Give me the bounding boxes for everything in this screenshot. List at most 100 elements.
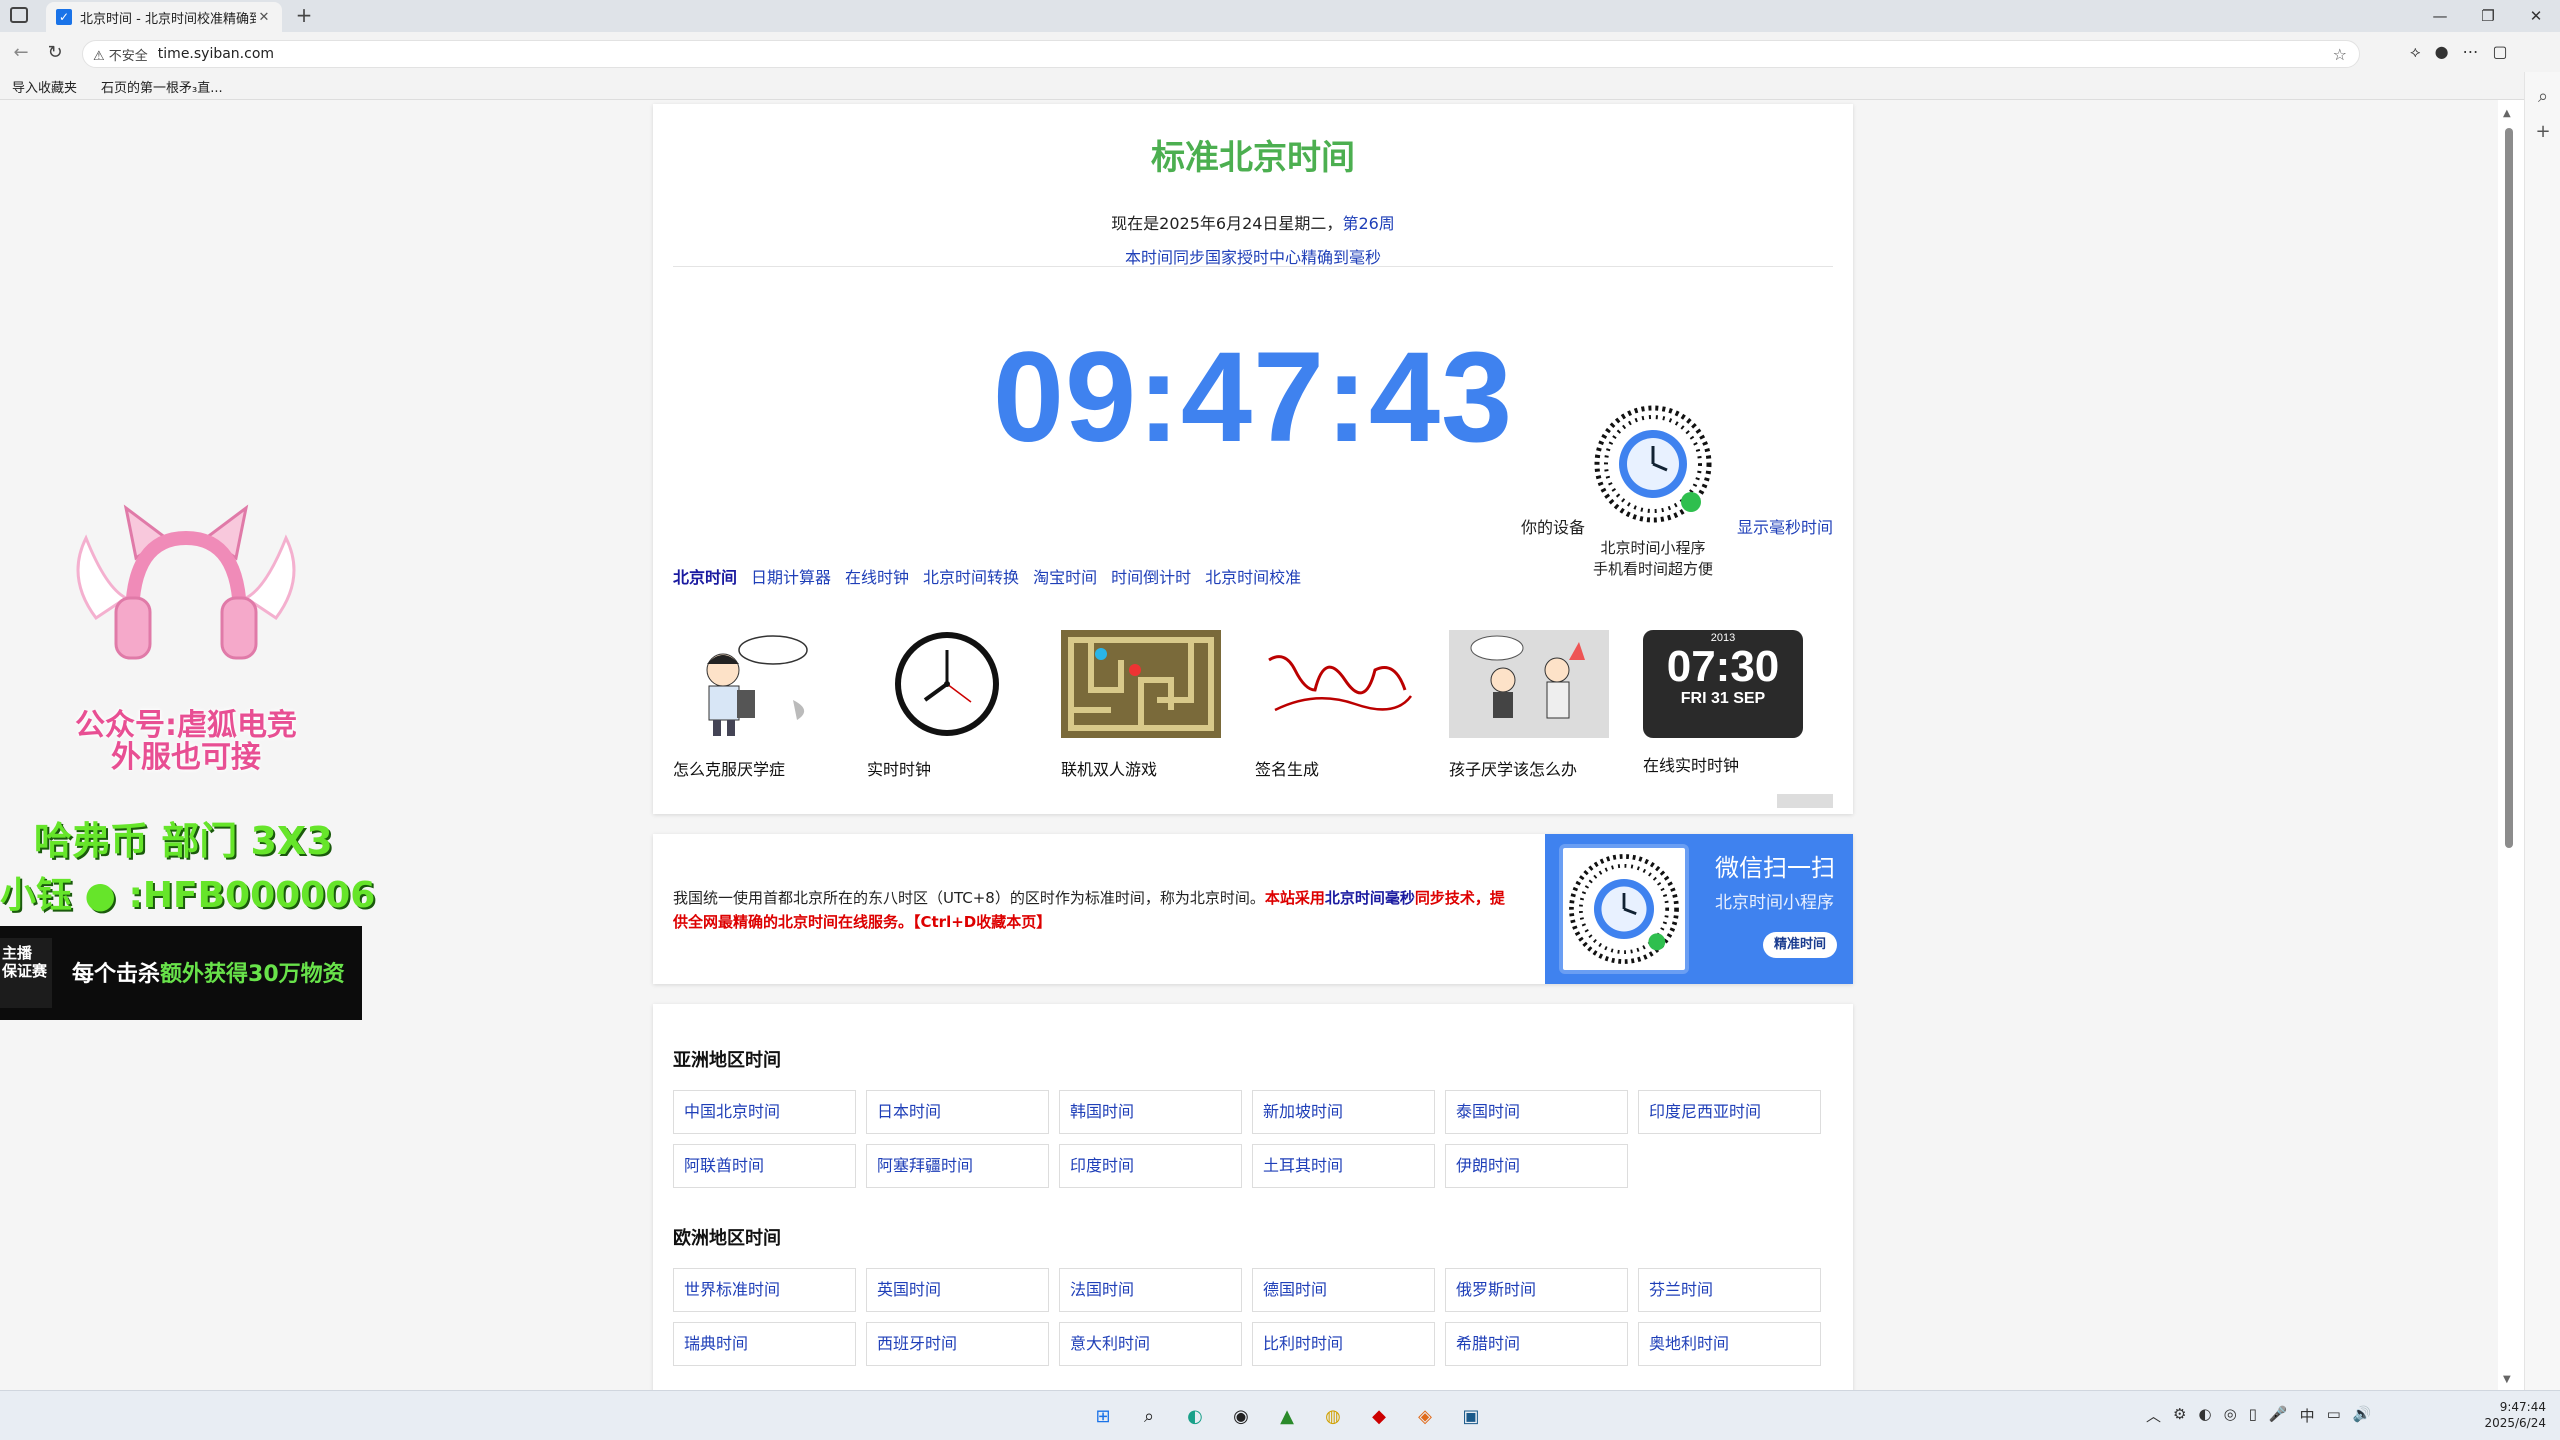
thumb-school-weariness[interactable]: 怎么克服厌学症 (673, 630, 833, 780)
left-ad[interactable]: 公众号:虐狐电竞 外服也可接 哈弗币 部门 3X3 小钰 ● :HFB00000… (0, 498, 375, 1020)
back-button[interactable]: ← (10, 42, 32, 64)
nav-beijing-time[interactable]: 北京时间 (673, 564, 737, 588)
app-icon[interactable]: ▲ (1272, 1401, 1302, 1431)
region-link[interactable]: 瑞典时间 (673, 1322, 856, 1366)
region-link[interactable]: 西班牙时间 (866, 1322, 1049, 1366)
restore-button[interactable]: ❐ (2464, 0, 2512, 32)
url-field[interactable]: ⚠ 不安全 time.syiban.com ☆ (82, 40, 2360, 68)
region-link[interactable]: 希腊时间 (1445, 1322, 1628, 1366)
thumb-two-player-game[interactable]: 联机双人游戏 (1061, 630, 1221, 780)
start-icon[interactable]: ⊞ (1088, 1401, 1118, 1431)
reload-button[interactable]: ↻ (44, 42, 66, 64)
active-tab[interactable]: ✓ 北京时间 - 北京时间校准精确到毫 ✕ (46, 2, 282, 32)
region-link[interactable]: 印度时间 (1059, 1144, 1242, 1188)
nav-countdown[interactable]: 时间倒计时 (1111, 564, 1191, 588)
volume-icon[interactable]: 🔊 (2353, 1405, 2372, 1426)
wechat-scan-banner[interactable]: 微信扫一扫 北京时间小程序 精准时间 (1545, 834, 1853, 984)
region-link[interactable]: 意大利时间 (1059, 1322, 1242, 1366)
tray-icon[interactable]: ◐ (2198, 1405, 2211, 1426)
info-blue: 北京时间毫秒 (1324, 889, 1415, 907)
mini-program-line2: 手机看时间超方便 (1592, 560, 1713, 578)
new-tab-button[interactable]: + (292, 4, 316, 28)
region-link[interactable]: 英国时间 (866, 1268, 1049, 1312)
app-icon[interactable]: ◆ (1364, 1401, 1394, 1431)
region-link[interactable]: 伊朗时间 (1445, 1144, 1628, 1188)
scroll-down-icon[interactable]: ▼ (2503, 1374, 2511, 1385)
security-warning[interactable]: ⚠ 不安全 (93, 45, 148, 64)
collections-icon[interactable]: ⟡ (2410, 42, 2421, 62)
nav-time-convert[interactable]: 北京时间转换 (923, 564, 1019, 588)
region-link[interactable]: 泰国时间 (1445, 1090, 1628, 1134)
minimize-button[interactable]: — (2416, 0, 2464, 32)
app-icon[interactable]: ◈ (1410, 1401, 1440, 1431)
profile-icon[interactable]: ● (2435, 42, 2449, 62)
taskbar-apps: ⊞ ⌕ ◐ ◉ ▲ ◍ ◆ ◈ ▣ (1088, 1401, 1486, 1431)
thumb-caption: 孩子厌学该怎么办 (1449, 760, 1578, 779)
region-link[interactable]: 土耳其时间 (1252, 1144, 1435, 1188)
sidebar-toggle-icon[interactable] (10, 7, 28, 23)
favorite-star-icon[interactable]: ☆ (2333, 45, 2347, 64)
thumb-online-clock[interactable]: 2013 07:30 FRI 31 SEP 在线实时时钟 (1643, 630, 1803, 780)
app-icon[interactable]: ▣ (1456, 1401, 1486, 1431)
date-line: 现在是2025年6月24日星期二，第26周 (653, 210, 1853, 234)
app-icon[interactable]: ◍ (1318, 1401, 1348, 1431)
mic-icon[interactable]: 🎤 (2269, 1405, 2288, 1426)
thumb-signature[interactable]: 签名生成 (1255, 630, 1415, 780)
region-link[interactable]: 俄罗斯时间 (1445, 1268, 1628, 1312)
nav-time-calibrate[interactable]: 北京时间校准 (1205, 564, 1301, 588)
region-link[interactable]: 阿塞拜疆时间 (866, 1144, 1049, 1188)
region-link[interactable]: 阿联酋时间 (673, 1144, 856, 1188)
thumb-child-weariness[interactable]: 孩子厌学该怎么办 (1449, 630, 1609, 780)
scroll-up-icon[interactable]: ▲ (2503, 108, 2511, 119)
precise-time-button[interactable]: 精准时间 (1763, 932, 1837, 958)
tray-icon[interactable]: ◎ (2224, 1405, 2237, 1426)
region-link[interactable]: 世界标准时间 (673, 1268, 856, 1312)
tray-icon[interactable]: ⚙ (2173, 1405, 2186, 1426)
tray-expand-icon[interactable]: ︿ (2146, 1405, 2161, 1426)
sidebar-panel-icon[interactable]: ▢ (2493, 42, 2508, 62)
network-icon[interactable]: ▭ (2327, 1405, 2341, 1426)
week-link[interactable]: 第26周 (1342, 214, 1394, 233)
region-link[interactable]: 新加坡时间 (1252, 1090, 1435, 1134)
bookmark-item[interactable]: 石页的第一根矛₃直... (101, 77, 223, 96)
close-tab-icon[interactable]: ✕ (256, 10, 272, 25)
sidebar-add-icon[interactable]: + (2525, 121, 2560, 142)
bookmark-import[interactable]: 导入收藏夹 (12, 77, 77, 96)
date-text: 现在是2025年6月24日星期二， (1111, 214, 1343, 233)
region-link[interactable]: 芬兰时间 (1638, 1268, 1821, 1312)
region-link[interactable]: 中国北京时间 (673, 1090, 856, 1134)
mini-program-qr-icon (1594, 405, 1712, 523)
region-link[interactable]: 印度尼西亚时间 (1638, 1090, 1821, 1134)
edge-icon[interactable]: ◐ (1180, 1401, 1210, 1431)
sync-link[interactable]: 本时间同步国家授时中心精确到毫秒 (653, 244, 1853, 268)
browser-tools: ⟡ ● ⋯ ▢ (2410, 42, 2508, 62)
region-link[interactable]: 奥地利时间 (1638, 1322, 1821, 1366)
region-link[interactable]: 韩国时间 (1059, 1090, 1242, 1134)
parent-child-cartoon-icon (1449, 630, 1609, 738)
thumb-realtime-clock[interactable]: 实时时钟 (867, 630, 1027, 780)
app-icon[interactable]: ◉ (1226, 1401, 1256, 1431)
flip-time: 07:30 (1666, 642, 1780, 691)
taskbar-clock[interactable]: 9:47:44 2025/6/24 (2460, 1399, 2546, 1431)
nav-online-clock[interactable]: 在线时钟 (845, 564, 909, 588)
page-scrollbar[interactable]: ▲ ▼ (2500, 108, 2518, 1388)
search-icon[interactable]: ⌕ (1134, 1401, 1164, 1431)
windows-taskbar: ⊞ ⌕ ◐ ◉ ▲ ◍ ◆ ◈ ▣ ︿ ⚙ ◐ ◎ ▯ 🎤 中 ▭ 🔊 9:47… (0, 1390, 2560, 1440)
battery-icon[interactable]: ▯ (2249, 1405, 2257, 1426)
info-plain: 我国统一使用首都北京所在的东八时区（UTC+8）的区时作为标准时间，称为北京时间… (673, 889, 1265, 907)
thumb-caption: 签名生成 (1255, 760, 1320, 779)
sidebar-search-icon[interactable]: ⌕ (2525, 86, 2560, 107)
scroll-thumb[interactable] (2505, 128, 2513, 848)
region-link[interactable]: 比利时时间 (1252, 1322, 1435, 1366)
nav-date-calculator[interactable]: 日期计算器 (751, 564, 831, 588)
tab-title: 北京时间 - 北京时间校准精确到毫 (80, 11, 256, 27)
close-window-button[interactable]: ✕ (2512, 0, 2560, 32)
region-link[interactable]: 法国时间 (1059, 1268, 1242, 1312)
region-link[interactable]: 日本时间 (866, 1090, 1049, 1134)
nav-taobao-time[interactable]: 淘宝时间 (1033, 564, 1097, 588)
more-menu-icon[interactable]: ⋯ (2463, 42, 2479, 62)
region-link[interactable]: 德国时间 (1252, 1268, 1435, 1312)
ime-icon[interactable]: 中 (2300, 1405, 2315, 1426)
show-ms-link[interactable]: 显示毫秒时间 (1737, 514, 1833, 538)
world-time-card: 亚洲地区时间 中国北京时间 日本时间 韩国时间 新加坡时间 泰国时间 印度尼西亚… (653, 1004, 1853, 1390)
